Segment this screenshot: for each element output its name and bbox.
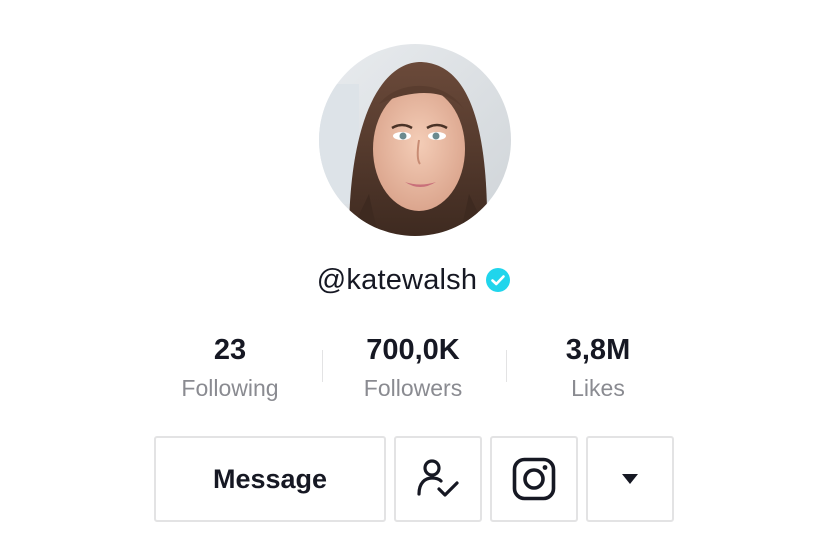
stat-likes-label: Likes [571, 375, 625, 401]
instagram-icon [511, 456, 557, 502]
more-options-button[interactable] [586, 436, 674, 522]
stat-following-label: Following [181, 375, 279, 401]
stat-followers-label: Followers [363, 375, 463, 401]
username: @katewalsh [316, 263, 478, 296]
stat-following-value: 23 [213, 334, 247, 366]
stat-followers-value: 700,0K [366, 334, 460, 366]
following-button[interactable] [394, 436, 482, 522]
message-button[interactable]: Message [154, 436, 386, 522]
stat-divider [506, 350, 507, 382]
avatar-image [319, 44, 511, 236]
stat-likes-value: 3,8M [565, 334, 631, 366]
stat-divider [322, 350, 323, 382]
profile-header: @katewalsh 23 Following 700,0K Followers… [0, 0, 827, 555]
verified-badge-icon [486, 268, 511, 292]
stats-row: 23 Following 700,0K Followers 3,8M Likes [0, 330, 827, 410]
stat-likes[interactable]: 3,8M Likes [513, 330, 683, 406]
caret-down-icon [620, 472, 640, 486]
stat-following[interactable]: 23 Following [145, 330, 315, 406]
instagram-link-button[interactable] [490, 436, 578, 522]
username-row: @katewalsh [0, 258, 827, 302]
stat-followers[interactable]: 700,0K Followers [328, 330, 498, 406]
avatar[interactable] [319, 44, 511, 236]
user-check-icon [415, 456, 461, 502]
